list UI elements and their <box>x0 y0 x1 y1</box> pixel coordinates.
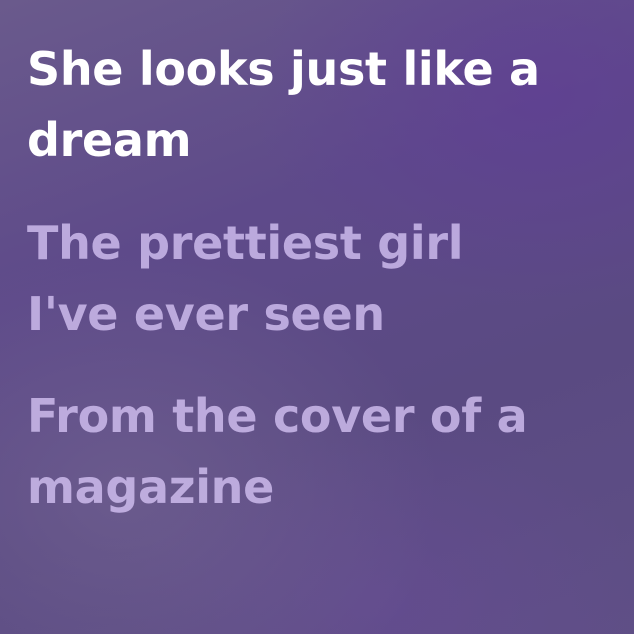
lyric-text: She looks just like a <box>27 42 540 96</box>
lyric-spacer <box>27 177 627 208</box>
lyric-line-following[interactable]: From the cover of a magazine <box>27 381 627 524</box>
lyric-text: The prettiest girl <box>27 215 464 270</box>
lyric-text: dream <box>27 113 192 168</box>
lyric-text: magazine <box>27 460 275 515</box>
lyrics-view: She looks just like a dream The pretties… <box>27 34 627 524</box>
lyric-text: I've ever seen <box>27 286 385 341</box>
lyric-spacer <box>27 350 627 381</box>
lyric-text: From the cover of a <box>27 389 528 444</box>
lyric-line-current[interactable]: She looks just like a dream <box>27 34 627 177</box>
lyric-line-next[interactable]: The prettiest girl I've ever seen <box>27 208 627 351</box>
lyrics-screen: { "lyrics": { "current_line": { "row1": … <box>0 0 634 634</box>
